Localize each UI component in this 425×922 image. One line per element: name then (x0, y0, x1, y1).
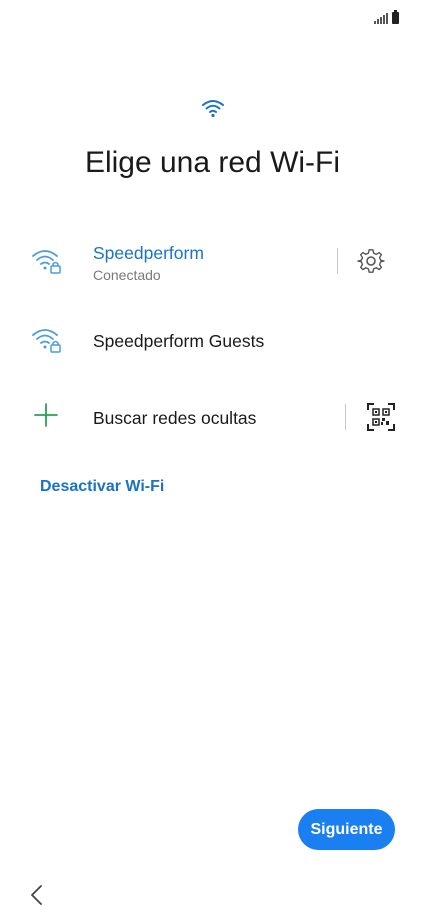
search-hidden-networks-label: Buscar redes ocultas (93, 408, 257, 428)
battery-icon (392, 10, 399, 24)
network-name: Speedperform (93, 243, 204, 263)
network-name: Speedperform Guests (93, 331, 265, 351)
plus-icon (34, 403, 58, 427)
divider (337, 248, 338, 274)
next-button[interactable]: Siguiente (298, 809, 395, 850)
network-item-speedperform[interactable]: Speedperform Conectado (0, 233, 425, 293)
network-status: Conectado (93, 267, 161, 283)
divider (345, 404, 346, 430)
status-bar (374, 10, 399, 24)
page-title: Elige una red Wi-Fi (84, 146, 341, 179)
qr-code-scan-icon (367, 403, 395, 431)
wifi-lock-icon (32, 329, 61, 353)
qr-scan-button[interactable] (365, 401, 397, 433)
chevron-left-icon[interactable] (28, 884, 46, 906)
wifi-icon (202, 100, 224, 118)
search-hidden-networks-item[interactable]: Buscar redes ocultas (0, 389, 425, 449)
network-item-speedperform-guests[interactable]: Speedperform Guests (0, 313, 425, 373)
wifi-lock-icon (32, 250, 61, 274)
settings-gear-icon (357, 249, 385, 273)
disable-wifi-link[interactable]: Desactivar Wi-Fi (40, 478, 164, 496)
network-settings-button[interactable] (356, 246, 386, 276)
signal-icon (374, 13, 388, 24)
